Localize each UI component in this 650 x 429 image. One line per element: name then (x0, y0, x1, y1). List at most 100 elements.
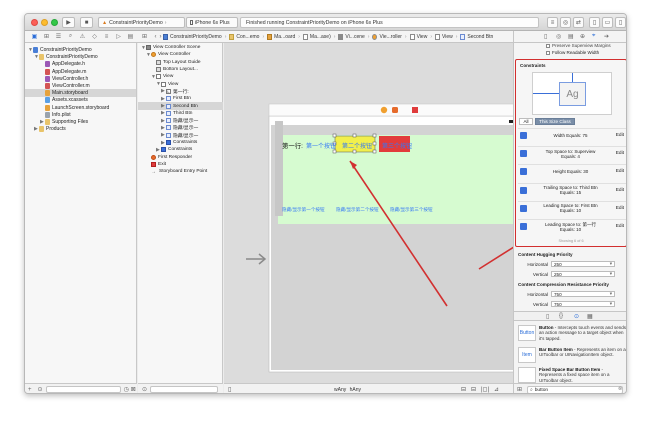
constraint-row[interactable]: Width Equals: 75 Edit (518, 128, 626, 142)
filter-icon[interactable]: ⊙ (38, 386, 43, 393)
filter-size-class-tab[interactable]: This Size Class (535, 118, 575, 125)
outline-item[interactable]: ▶ 隐藏/显示一 (138, 132, 223, 139)
filter-icon[interactable]: ⊙ (142, 386, 147, 393)
hugging-vertical-field[interactable]: 250 ▾ (551, 271, 615, 277)
jumpbar-item[interactable]: Ma...ase) (302, 34, 331, 40)
scheme-selector[interactable]: ▲ ConstraintPriorityDemo › (98, 17, 185, 28)
resolve-icon[interactable]: ⊿ (494, 386, 499, 393)
pin-icon[interactable]: |◻| (481, 386, 489, 393)
jumpbar-item[interactable]: Second Btn (460, 34, 493, 40)
jumpbar-item[interactable]: View (409, 34, 427, 40)
constraint-edit-button[interactable]: Edit (610, 151, 624, 156)
version-editor-button[interactable]: ⇄ (573, 17, 584, 28)
second-btn[interactable]: 第二个按钮 (342, 141, 372, 150)
stack-icon[interactable]: ⊟ (461, 386, 466, 393)
outline-item[interactable]: ▼ View Controller Scene (138, 44, 223, 51)
toggle-utilities-button[interactable]: ▯ (615, 17, 626, 28)
attributes-inspector-icon[interactable]: ⊕ (580, 33, 585, 40)
jumpbar-item[interactable]: Vi...cene (338, 34, 365, 40)
constraint-edit-button[interactable]: Edit (610, 133, 624, 138)
first-responder-dock-icon[interactable] (392, 107, 398, 113)
preserve-margins-row[interactable]: Preserve Superview Margins (546, 43, 611, 50)
outline-item[interactable]: ▼ View Controller (138, 51, 223, 58)
search-navigator-icon[interactable]: ⌕ (66, 32, 75, 41)
outline-item[interactable]: Top Layout Guide (138, 59, 223, 66)
third-btn[interactable]: 第三个按钮 (382, 141, 412, 150)
outline-item[interactable]: ▶ 隐藏/显示一 (138, 117, 223, 125)
library-item[interactable]: Button Button - Intercepts touch events a… (515, 325, 626, 341)
grid-view-icon[interactable]: ⊞ (517, 386, 522, 393)
outline-item[interactable]: ▼ View (138, 73, 223, 80)
outline-item[interactable]: ▼ View (138, 81, 223, 88)
toggle-debug-button[interactable]: ▭ (602, 17, 613, 28)
recent-files-icon[interactable]: ◷ (124, 386, 129, 393)
clear-search-icon[interactable]: ⊗ (618, 386, 622, 392)
size-inspector-icon[interactable]: ⌖ (592, 33, 595, 40)
toggle-outline-icon[interactable]: ▯ (228, 386, 231, 393)
constraint-row[interactable]: Leading Space to: First Btn Equals: 10 Edi… (518, 200, 626, 215)
minimize-window-button[interactable] (41, 19, 48, 26)
quick-help-icon[interactable]: ◎ (556, 33, 561, 40)
media-library-icon[interactable]: ▦ (587, 313, 593, 320)
jumpbar-item[interactable]: View (434, 34, 453, 40)
identity-inspector-icon[interactable]: ▤ (568, 33, 574, 40)
debug-navigator-icon[interactable]: ≡ (102, 32, 111, 41)
outline-item[interactable]: ▶ L 第一行: (138, 88, 223, 95)
outline-item[interactable]: Exit (138, 161, 223, 168)
constraint-row[interactable]: Height Equals: 30 Edit (518, 164, 626, 178)
exit-dock-icon[interactable] (412, 107, 418, 113)
jumpbar-item[interactable]: Con...emo (229, 34, 259, 40)
add-icon[interactable]: + (28, 387, 32, 393)
toggle-navigator-button[interactable]: ▯ (589, 17, 600, 28)
follow-readable-row[interactable]: Follow Readable Width (546, 50, 599, 57)
constraint-edit-button[interactable]: Edit (610, 206, 624, 211)
jumpbar-item[interactable]: Vie...roller (372, 34, 402, 40)
jumpbar-item[interactable]: ConstraintPriorityDemo (163, 34, 222, 40)
library-item[interactable]: Fixed Space Bar Button Item - Represents… (515, 367, 626, 383)
code-snippet-icon[interactable]: {} (559, 313, 563, 319)
breakpoint-navigator-icon[interactable]: ▷ (114, 32, 123, 41)
toggle-third-btn[interactable]: 隐藏/显示第三个按钮 (390, 207, 433, 213)
outline-item[interactable]: ▶ 隐藏/显示一 (138, 124, 223, 132)
jumpbar-item[interactable]: Ma...oard (267, 34, 295, 40)
toggle-second-btn[interactable]: 隐藏/显示第二个按钮 (336, 207, 379, 213)
outline-filter-field[interactable] (150, 386, 218, 393)
test-navigator-icon[interactable]: ◇ (90, 32, 99, 41)
related-items-icon[interactable]: ⊞ (140, 32, 149, 41)
file-inspector-icon[interactable]: ▯ (544, 33, 547, 40)
hugging-horizontal-field[interactable]: 250 ▾ (551, 261, 615, 267)
outline-item[interactable]: Bottom Layout... (138, 66, 223, 73)
navigator-item[interactable]: ▶ Products (25, 125, 136, 133)
project-navigator-icon[interactable]: ▣ (30, 32, 39, 41)
assistant-editor-button[interactable]: ◎ (560, 17, 571, 28)
library-search-field[interactable]: ⌕ button (527, 386, 623, 393)
object-library-icon[interactable]: ⊙ (574, 313, 579, 320)
constraint-edit-button[interactable]: Edit (610, 188, 624, 193)
compression-horizontal-field[interactable]: 750 ▾ (551, 291, 615, 297)
outline-item[interactable]: ▶ Constraints (138, 139, 223, 146)
align-icon[interactable]: ⊟ (471, 386, 476, 393)
outline-item[interactable]: ▶ Second Btn (138, 102, 223, 110)
scm-status-icon[interactable]: ⊠ (131, 386, 136, 393)
outline-item[interactable]: → Storyboard Entry Point (138, 168, 223, 175)
file-template-icon[interactable]: ▯ (546, 313, 549, 320)
connections-inspector-icon[interactable]: ➔ (604, 33, 609, 40)
compression-vertical-field[interactable]: 750 ▾ (551, 301, 615, 307)
close-window-button[interactable] (31, 19, 38, 26)
constraint-row[interactable]: Leading Space to: 第一行 Equals: 10 Edit (518, 219, 626, 233)
filter-field[interactable] (45, 386, 121, 393)
constraint-row[interactable]: Top Space to: Superview Equals: 4 Edit (518, 146, 626, 160)
first-btn[interactable]: 第一个按钮 (306, 141, 336, 150)
issue-navigator-icon[interactable]: ⚠ (78, 32, 87, 41)
report-navigator-icon[interactable]: ▤ (126, 32, 135, 41)
filter-all-tab[interactable]: All (519, 118, 533, 125)
library-item[interactable]: Item Bar Button Item - Represents an item… (515, 347, 626, 363)
outline-item[interactable]: First Responder (138, 154, 223, 161)
interface-builder-canvas[interactable]: 第一行: 第一个按钮 第二个按钮 第三个按钮 隐藏/显示第一个按钮 隐藏/显示第… (224, 43, 513, 383)
symbol-navigator-icon[interactable]: ⊞ (42, 32, 51, 41)
stop-button[interactable]: ■ (80, 17, 93, 28)
device-selector[interactable]: iPhone 6s Plus (186, 17, 238, 28)
outline-item[interactable]: ▶ First Btn (138, 95, 223, 102)
size-class-control[interactable]: wAny hAny (334, 387, 361, 393)
constraint-edit-button[interactable]: Edit (610, 224, 624, 229)
